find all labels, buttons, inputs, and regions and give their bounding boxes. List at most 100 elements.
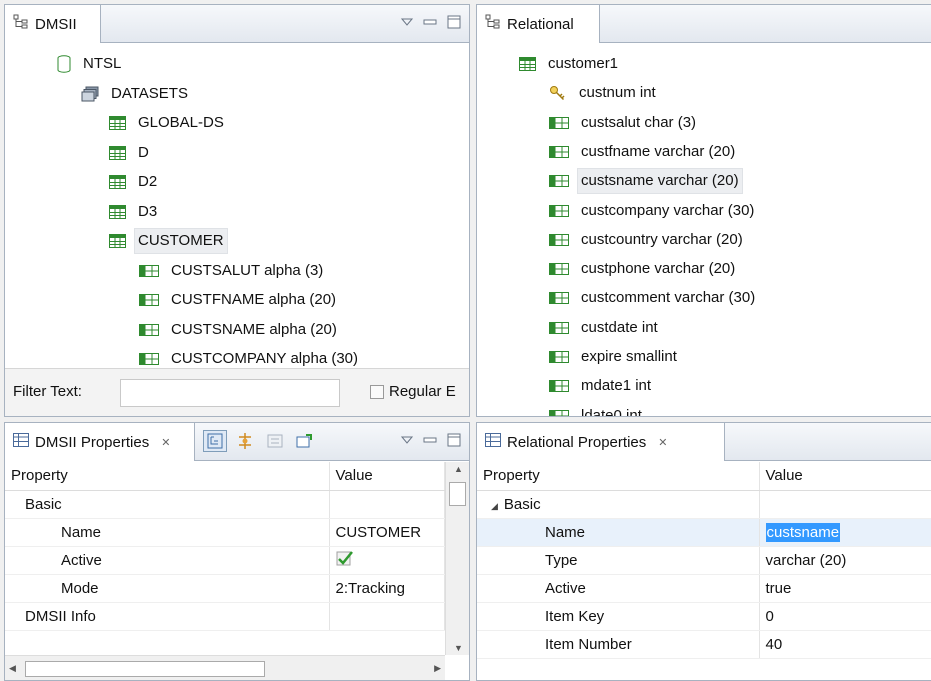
tree-item-label: ldate0 int xyxy=(581,406,642,416)
tree-item[interactable]: CUSTFNAME alpha (20) xyxy=(139,286,340,314)
column-icon xyxy=(139,294,159,306)
tree-item[interactable]: custnum int xyxy=(549,79,660,107)
maximize-icon[interactable] xyxy=(447,433,461,447)
tree-item[interactable]: NTSL xyxy=(57,50,125,78)
tree-item[interactable]: custsname varchar (20) xyxy=(549,167,743,195)
table-row[interactable]: Type varchar (20) xyxy=(477,546,931,575)
table-row-selected[interactable]: Name custsname xyxy=(477,518,931,547)
filter-text-input[interactable] xyxy=(120,379,340,407)
close-icon[interactable]: ✕ xyxy=(161,436,170,449)
tree-item[interactable]: custcompany varchar (30) xyxy=(549,197,758,225)
tree-item[interactable]: CUSTSALUT alpha (3) xyxy=(139,257,327,285)
relational-view: Relational customer1 custnum int custsalut… xyxy=(476,4,931,417)
section-label: Basic xyxy=(503,495,541,513)
scroll-thumb[interactable] xyxy=(25,661,265,677)
name-value-selected[interactable]: custsname xyxy=(765,522,841,542)
tree-item[interactable]: D3 xyxy=(109,198,161,226)
tab-relational[interactable]: Relational xyxy=(477,5,600,43)
minimize-icon[interactable] xyxy=(423,17,437,27)
table-row[interactable]: DMSII Info xyxy=(5,602,445,631)
table-row[interactable]: Item Key 0 xyxy=(477,602,931,631)
table-row[interactable]: Item Number 40 xyxy=(477,630,931,659)
table-row[interactable]: Mode 2:Tracking xyxy=(5,574,445,603)
dmsii-properties-view: DMSII Properties ✕ Property Value Basic … xyxy=(4,422,470,681)
regex-checkbox[interactable] xyxy=(370,385,384,399)
tree-item[interactable]: custdate int xyxy=(549,314,662,342)
properties-table-icon xyxy=(13,433,29,451)
column-icon xyxy=(549,145,569,158)
table-row[interactable]: Active true xyxy=(477,574,931,603)
tree-item[interactable]: GLOBAL-DS xyxy=(109,109,228,137)
restore-default-icon[interactable] xyxy=(263,430,287,452)
tree-item[interactable]: custphone varchar (20) xyxy=(549,255,739,283)
tree-item-label: CUSTSNAME alpha (20) xyxy=(171,320,337,338)
tree-item[interactable]: custsalut char (3) xyxy=(549,109,700,137)
table-row[interactable]: Basic xyxy=(5,490,445,519)
show-advanced-icon[interactable] xyxy=(233,430,257,452)
hierarchy-icon xyxy=(485,14,501,34)
properties-toolbar xyxy=(203,430,317,452)
tab-dmsii-properties-label: DMSII Properties xyxy=(35,433,150,451)
property-column-header[interactable]: Property xyxy=(5,462,330,491)
scroll-up-icon[interactable]: ▲ xyxy=(454,464,463,474)
tree-item-label: DATASETS xyxy=(111,84,188,102)
tree-item-label: custphone varchar (20) xyxy=(581,260,736,278)
tree-item[interactable]: CUSTCOMPANY alpha (30) xyxy=(139,345,362,366)
tab-relational-properties[interactable]: Relational Properties ✕ xyxy=(477,423,725,461)
tree-item-label: custdate int xyxy=(581,318,658,336)
collapse-icon[interactable]: ◢ xyxy=(491,501,498,511)
value-cell: 2:Tracking xyxy=(329,574,445,603)
property-cell: Item Number xyxy=(477,630,760,659)
view-menu-icon[interactable] xyxy=(401,435,413,445)
property-cell: Basic xyxy=(5,490,330,519)
table-row[interactable]: ◢ Basic xyxy=(477,490,931,519)
tree-item-label: customer1 xyxy=(548,55,619,72)
maximize-icon[interactable] xyxy=(447,15,461,29)
value-cell: 0 xyxy=(759,602,931,631)
tree-item[interactable]: custfname varchar (20) xyxy=(549,138,739,166)
property-column-header[interactable]: Property xyxy=(477,462,760,491)
tab-dmsii-properties[interactable]: DMSII Properties ✕ xyxy=(5,423,195,461)
show-categories-icon[interactable] xyxy=(203,430,227,452)
tree-item[interactable]: D2 xyxy=(109,168,161,196)
table-row[interactable]: Active xyxy=(5,546,445,575)
tree-item[interactable]: DATASETS xyxy=(81,80,192,108)
scroll-left-icon[interactable]: ◀ xyxy=(9,663,16,674)
view-menu-icon[interactable] xyxy=(401,17,413,27)
value-cell xyxy=(329,602,445,631)
tree-item[interactable]: ldate0 int xyxy=(549,402,646,416)
tree-item[interactable]: custcountry varchar (20) xyxy=(549,226,747,254)
vertical-scrollbar[interactable]: ▲ ▼ xyxy=(445,462,469,655)
hierarchy-icon xyxy=(13,14,29,34)
horizontal-scrollbar[interactable]: ◀ ▶ xyxy=(5,655,445,680)
tree-item[interactable]: mdate1 int xyxy=(549,372,655,400)
column-icon xyxy=(549,233,569,246)
tree-item[interactable]: CUSTOMER xyxy=(109,227,228,255)
scroll-thumb[interactable] xyxy=(449,482,466,506)
scroll-right-icon[interactable]: ▶ xyxy=(434,663,441,674)
tab-relational-properties-label: Relational Properties xyxy=(507,433,647,451)
tree-item[interactable]: D xyxy=(109,139,153,167)
value-column-header[interactable]: Value xyxy=(329,462,445,491)
key-icon xyxy=(549,85,567,101)
pin-icon[interactable] xyxy=(293,430,317,452)
tree-item[interactable]: custcomment varchar (30) xyxy=(549,284,759,312)
property-cell: Type xyxy=(477,546,760,575)
table-header-row: Property Value xyxy=(477,462,931,491)
tree-item[interactable]: CUSTSNAME alpha (20) xyxy=(139,316,341,344)
tree-item[interactable]: expire smallint xyxy=(549,343,681,371)
column-icon xyxy=(549,175,569,188)
checkmark-icon[interactable] xyxy=(336,551,354,570)
minimize-icon[interactable] xyxy=(423,435,437,445)
column-icon xyxy=(549,263,569,276)
table-row[interactable]: Name CUSTOMER xyxy=(5,518,445,547)
value-column-header[interactable]: Value xyxy=(759,462,931,491)
tab-dmsii[interactable]: DMSII xyxy=(5,5,101,43)
table-icon xyxy=(109,234,126,248)
close-icon[interactable]: ✕ xyxy=(658,436,667,449)
tree-item[interactable]: customer1 xyxy=(519,50,622,78)
property-cell: Name xyxy=(477,518,760,547)
scroll-down-icon[interactable]: ▼ xyxy=(454,643,463,653)
column-icon xyxy=(549,204,569,217)
dmsii-window-controls xyxy=(401,15,461,29)
